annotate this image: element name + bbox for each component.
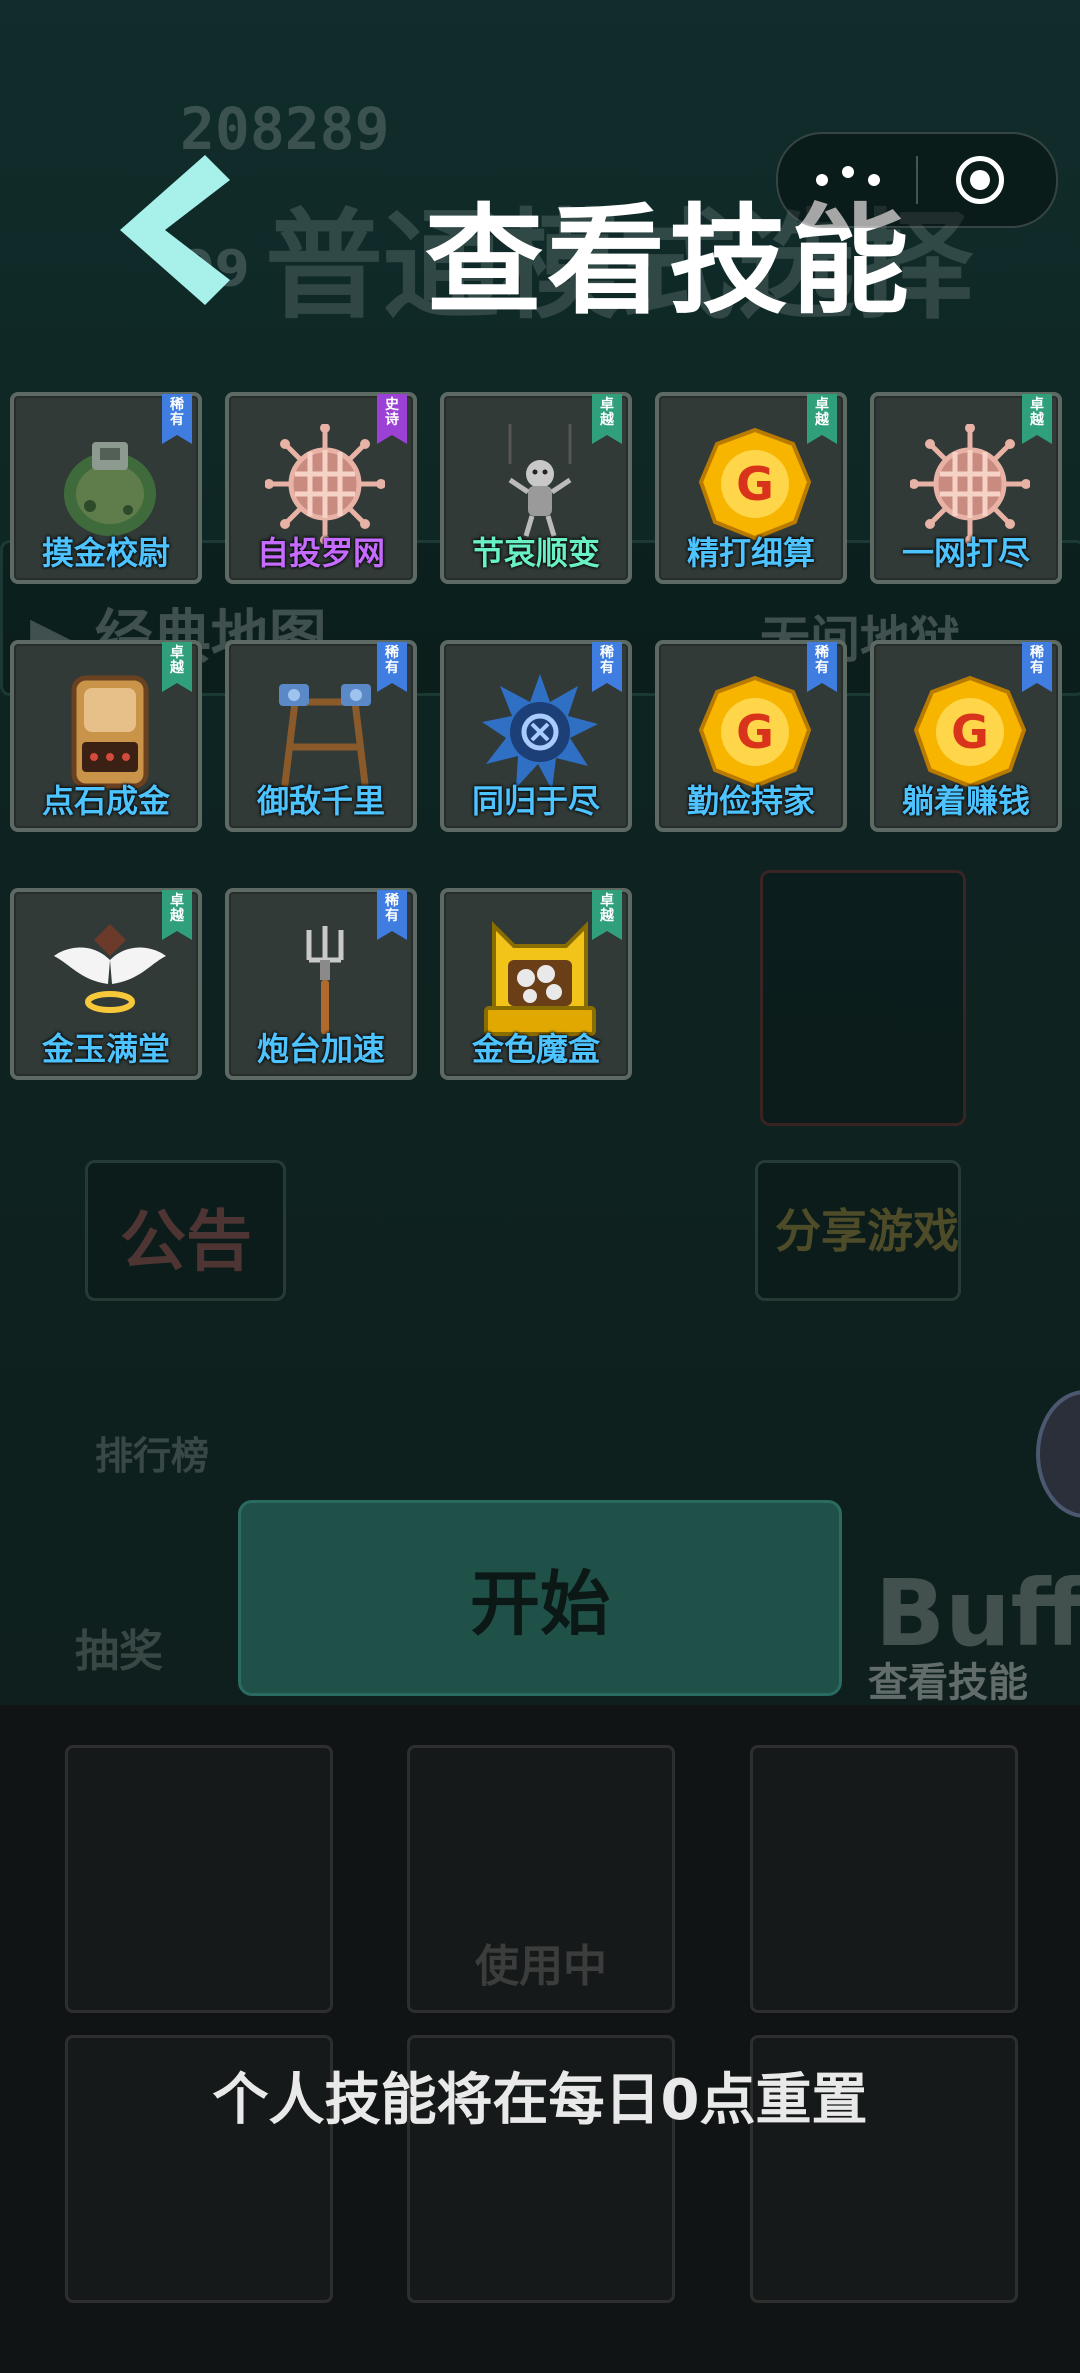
skill-name: 金色魔盒 <box>471 1030 600 1068</box>
skill-name: 节哀顺变 <box>471 534 600 572</box>
rarity-badge: 稀有 <box>1022 642 1052 692</box>
background-share: 分享游戏 <box>775 1204 959 1258</box>
character-in-use-label: 使用中 <box>475 1941 607 1992</box>
skill-name: 金玉满堂 <box>41 1030 170 1068</box>
svg-text:G: G <box>736 457 774 511</box>
net-icon <box>265 424 385 544</box>
rarity-badge: 稀有 <box>807 642 837 692</box>
skill-name: 躺着赚钱 <box>901 782 1030 820</box>
skill-card[interactable]: G 卓越 精打细算 <box>655 392 847 584</box>
skill-card[interactable]: G 稀有 勤俭持家 <box>655 640 847 832</box>
background-rank: 排行榜 <box>95 1434 210 1478</box>
rarity-badge: 稀有 <box>377 642 407 692</box>
rarity-badge: 稀有 <box>377 890 407 940</box>
skill-card[interactable]: 卓越 点石成金 <box>10 640 202 832</box>
skill-card[interactable]: 稀有 御敌千里 <box>225 640 417 832</box>
close-mini-program-icon[interactable] <box>956 156 1004 204</box>
more-menu-icon[interactable] <box>808 154 888 204</box>
rarity-badge: 卓越 <box>807 394 837 444</box>
skill-card[interactable]: 卓越 金色魔盒 <box>440 888 632 1080</box>
skill-name: 精打细算 <box>686 534 815 572</box>
skill-name: 点石成金 <box>41 782 170 820</box>
turret-stand-icon <box>279 684 371 788</box>
skill-card[interactable]: 稀有 摸金校尉 <box>10 392 202 584</box>
skill-card[interactable]: 稀有 同归于尽 <box>440 640 632 832</box>
mini-program-capsule <box>776 132 1058 228</box>
rarity-badge: 史诗 <box>377 394 407 444</box>
stone-urn-icon <box>64 442 156 536</box>
spiked-ball-icon <box>482 674 598 790</box>
rarity-badge: 稀有 <box>592 642 622 692</box>
skill-name: 炮台加速 <box>256 1030 385 1068</box>
rarity-badge: 卓越 <box>1022 394 1052 444</box>
skill-name: 自投罗网 <box>256 534 385 572</box>
skill-card[interactable]: 卓越 一网打尽 <box>870 392 1062 584</box>
character-card <box>65 1745 333 2013</box>
start-button[interactable]: 开始 <box>238 1500 842 1696</box>
gold-coin-icon: G <box>698 675 812 789</box>
winged-halo-icon <box>54 924 166 1013</box>
background-prop-card <box>760 870 966 1126</box>
skill-name: 御敌千里 <box>256 782 385 820</box>
reset-notice: 个人技能将在每日0点重置 <box>212 2068 868 2133</box>
skill-card[interactable]: 史诗 自投罗网 <box>225 392 417 584</box>
character-card <box>750 1745 1018 2013</box>
skill-card[interactable]: 卓越 节哀顺变 <box>440 392 632 584</box>
view-skills-label: 查看技能 <box>868 1660 1028 1706</box>
rarity-badge: 卓越 <box>592 890 622 940</box>
golden-box-icon <box>484 921 596 1036</box>
skill-card[interactable]: 稀有 炮台加速 <box>225 888 417 1080</box>
rarity-badge: 卓越 <box>162 642 192 692</box>
svg-text:G: G <box>736 705 774 759</box>
back-arrow-icon[interactable] <box>110 150 230 310</box>
skill-name: 一网打尽 <box>901 534 1030 572</box>
skill-name: 勤俭持家 <box>686 782 815 820</box>
radio-icon <box>71 675 149 789</box>
rarity-badge: 稀有 <box>162 394 192 444</box>
pitchfork-icon <box>306 926 344 1034</box>
skill-card[interactable]: 卓越 金玉满堂 <box>10 888 202 1080</box>
character-selection-area <box>0 1705 1080 2373</box>
skill-name: 摸金校尉 <box>41 534 170 572</box>
gold-coin-icon: G <box>698 427 812 541</box>
net-icon <box>910 424 1030 544</box>
svg-text:G: G <box>951 705 989 759</box>
rarity-badge: 卓越 <box>592 394 622 444</box>
background-lottery: 抽奖 <box>75 1626 163 1677</box>
rarity-badge: 卓越 <box>162 890 192 940</box>
puppet-icon <box>508 424 572 537</box>
skill-card[interactable]: G 稀有 躺着赚钱 <box>870 640 1062 832</box>
skill-name: 同归于尽 <box>471 782 600 820</box>
background-notice: 公告 <box>120 1203 252 1280</box>
gold-coin-icon: G <box>913 675 1027 789</box>
capsule-divider <box>916 156 918 204</box>
